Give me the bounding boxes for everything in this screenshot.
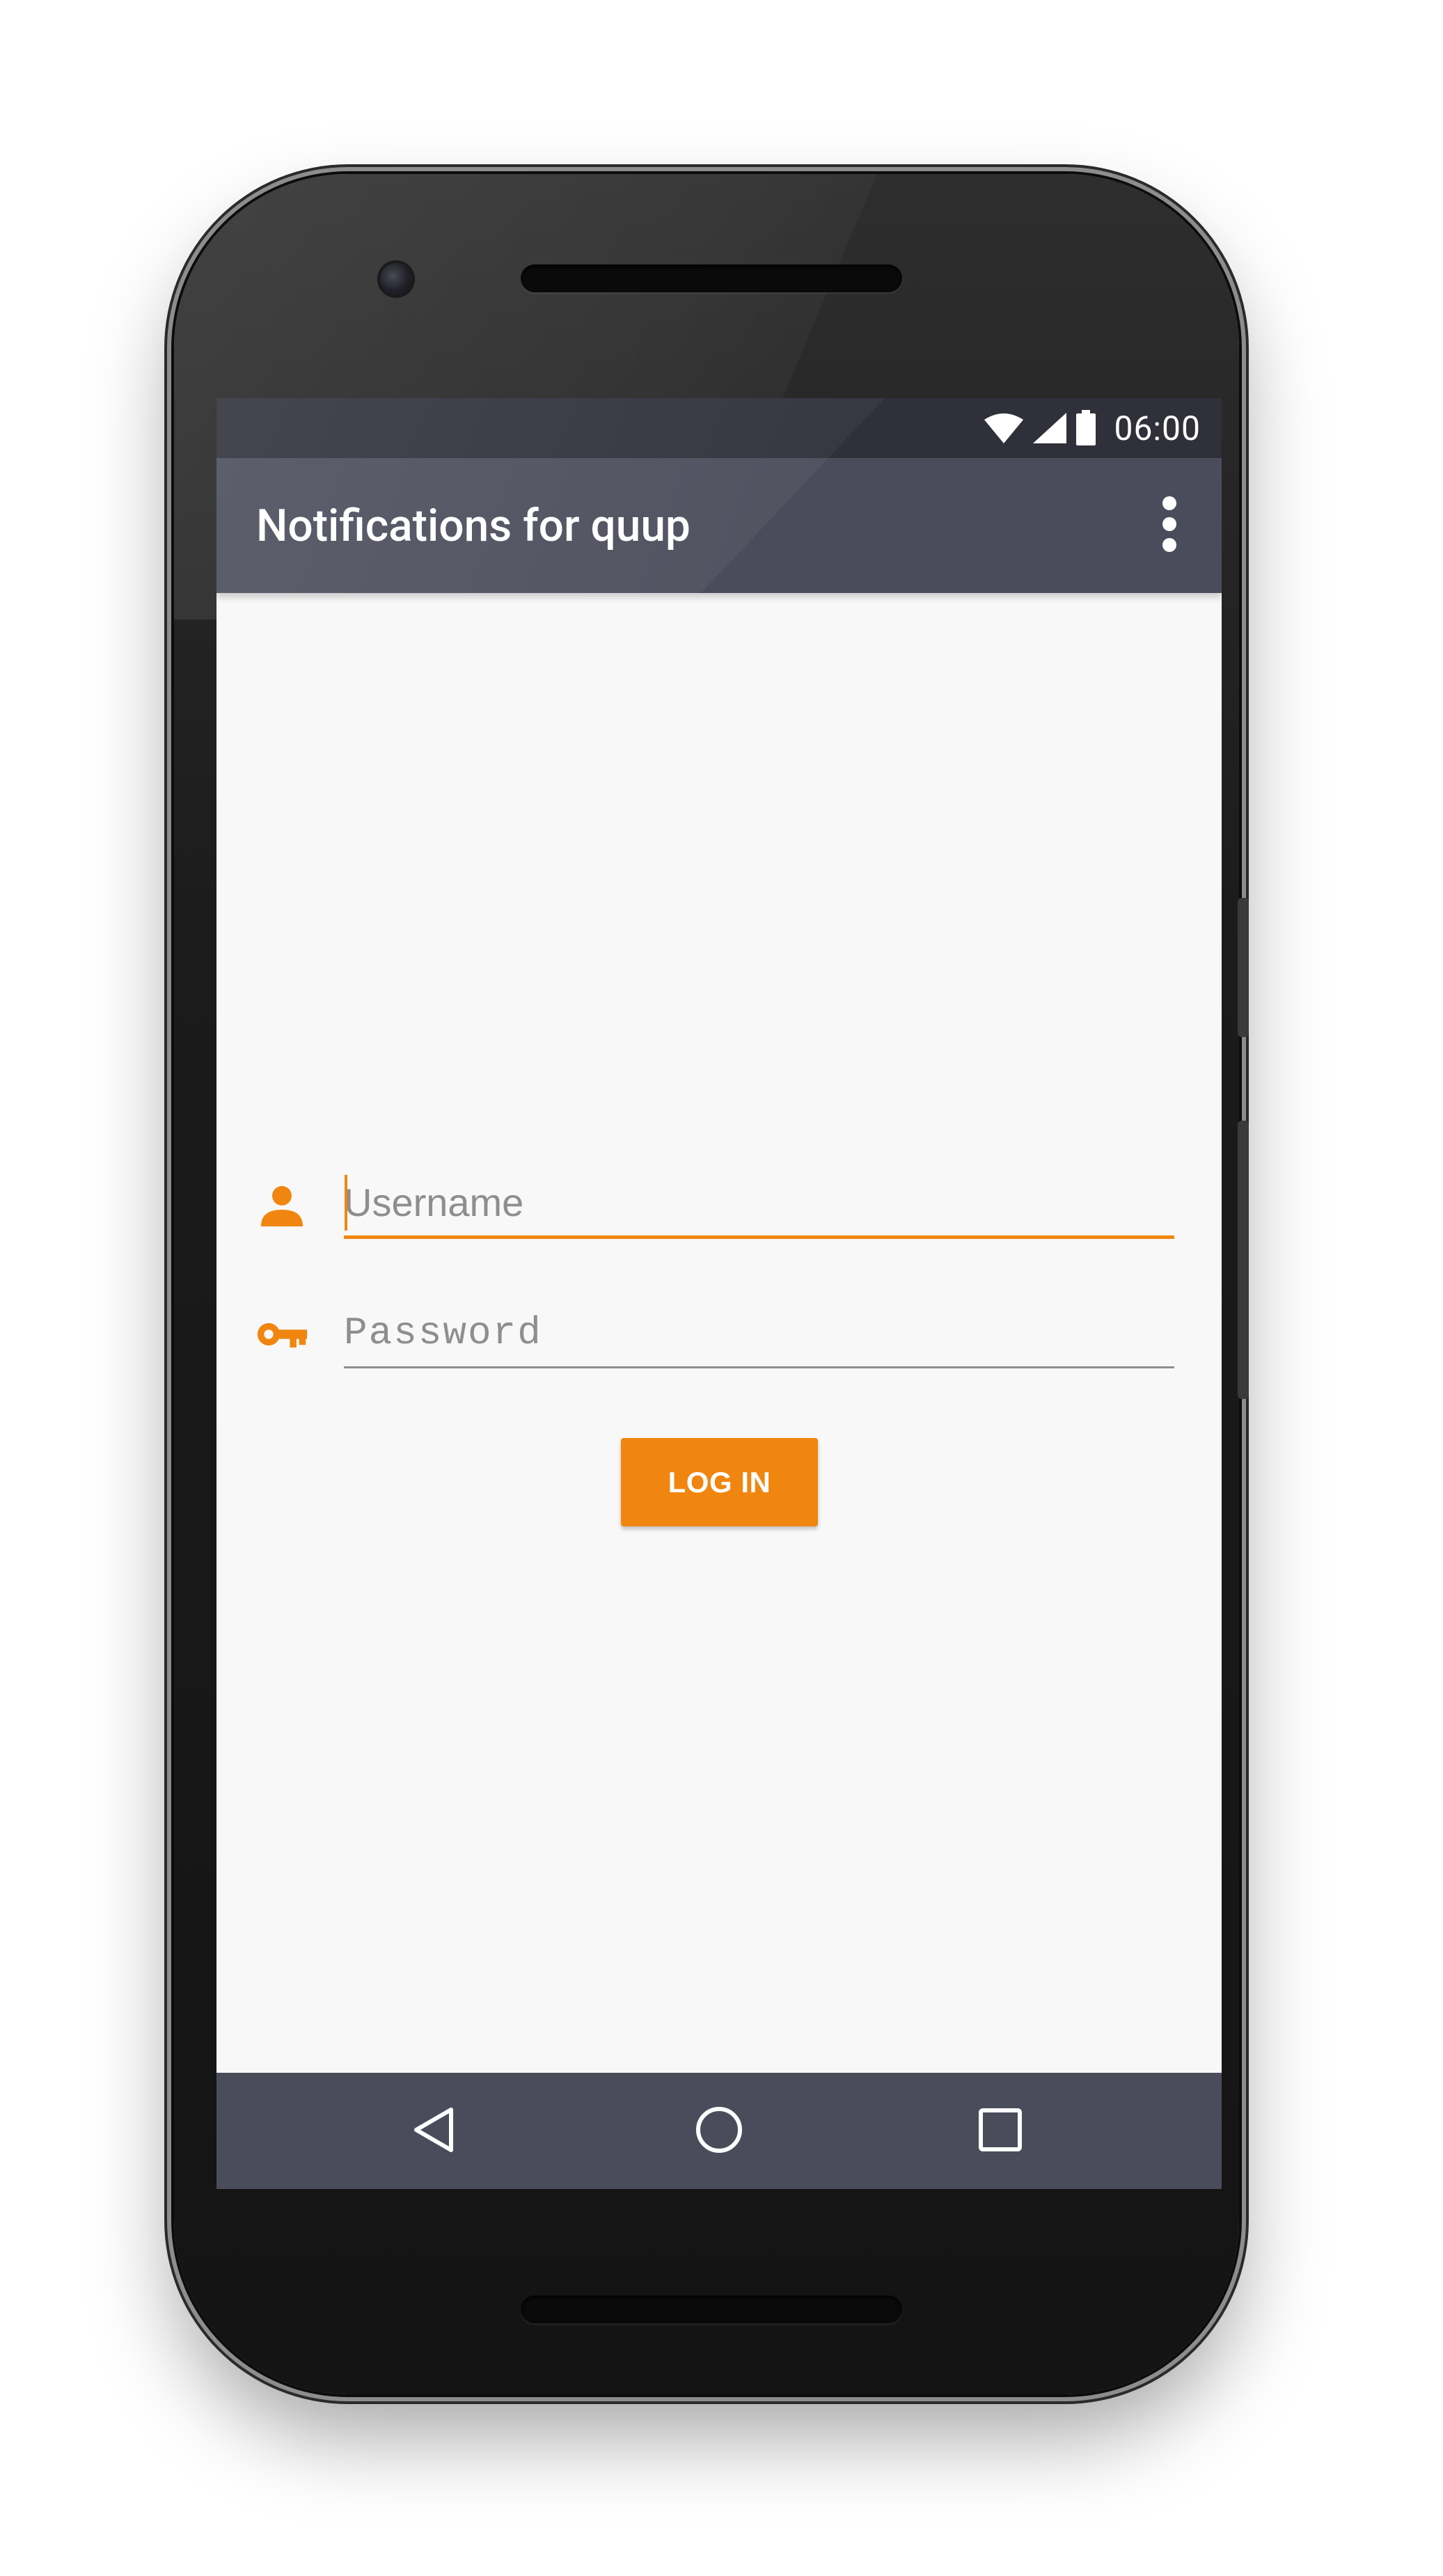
back-icon: [412, 2105, 457, 2157]
recents-icon: [978, 2108, 1023, 2155]
username-input[interactable]: [344, 1169, 1174, 1239]
bottom-speaker: [521, 2296, 902, 2323]
password-row: [216, 1293, 1222, 1377]
front-camera: [380, 263, 412, 295]
status-bar: 06:00: [216, 398, 1222, 458]
username-row: [216, 1164, 1222, 1247]
power-button: [1238, 898, 1249, 1037]
home-icon: [695, 2105, 743, 2157]
status-time: 06:00: [1114, 408, 1201, 448]
top-speaker: [521, 264, 902, 292]
text-cursor: [345, 1175, 347, 1231]
cellular-signal-icon: [1032, 411, 1068, 445]
login-button[interactable]: LOG IN: [621, 1438, 818, 1526]
wifi-icon: [983, 411, 1025, 445]
phone-screen: 06:00 Notifications for quup Username LO…: [216, 398, 1222, 2189]
app-bar: Notifications for quup: [216, 458, 1222, 593]
navigation-bar: [216, 2073, 1222, 2189]
more-vert-icon: [1161, 496, 1178, 555]
nav-home-button[interactable]: [656, 2073, 782, 2189]
nav-back-button[interactable]: [372, 2073, 497, 2189]
battery-icon: [1075, 410, 1097, 446]
key-icon: [255, 1308, 308, 1361]
person-icon: [255, 1179, 308, 1232]
password-input[interactable]: [344, 1299, 1174, 1368]
volume-button: [1238, 1121, 1249, 1399]
overflow-menu-button[interactable]: [1138, 484, 1201, 567]
nav-recents-button[interactable]: [938, 2073, 1063, 2189]
app-title: Notifications for quup: [256, 499, 691, 552]
